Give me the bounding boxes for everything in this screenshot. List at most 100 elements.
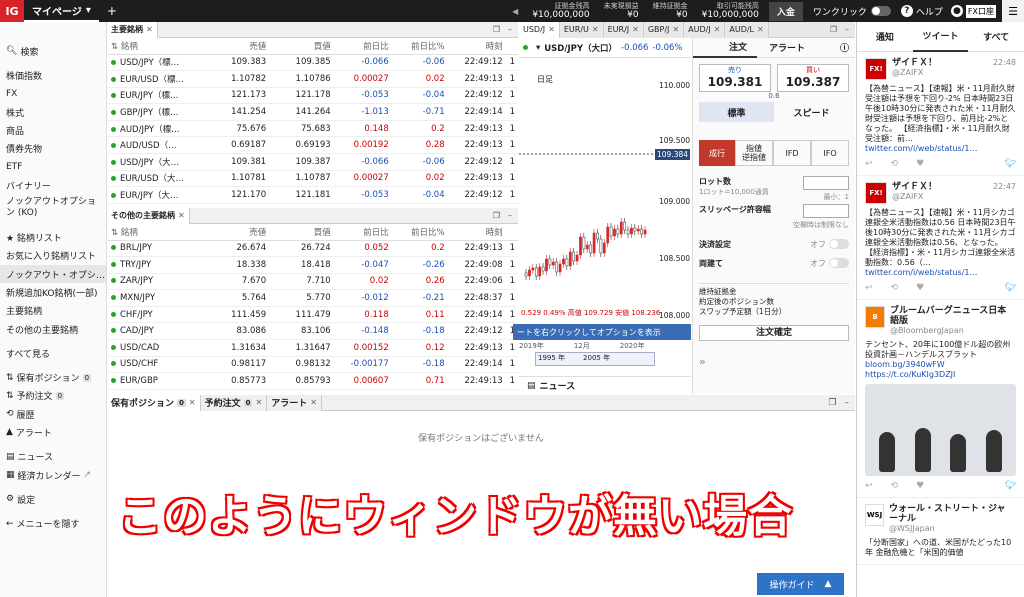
tweet-card[interactable]: B ブルームバーグニュース日本語版 @BloombergJapan テンセント、20年… <box>857 300 1024 498</box>
twitter-icon[interactable]: 🐦︎ <box>1005 481 1016 491</box>
tweet-card[interactable]: FX! ザイＦＸ！ @ZAIFX 22:47 【為替ニュース】【速報】米・11月シカゴ連… <box>857 176 1024 300</box>
chart-navigator[interactable]: 1995 年 2005 年 <box>535 352 655 366</box>
avatar[interactable]: FX! <box>865 58 887 80</box>
search-button[interactable]: 🔍︎ 検索 <box>0 42 106 60</box>
table-row[interactable]: GBP/JPY（標… 141.254 141.264 -1.013 -0.71 22:49… <box>108 103 518 121</box>
sidebar-item-knockout-list[interactable]: ノックアウト・オプシ… <box>0 264 106 284</box>
close-icon[interactable]: ✕ <box>672 25 679 34</box>
slippage-input[interactable] <box>803 204 849 218</box>
sidebar-item-watchlists[interactable]: ★ 銘柄リスト <box>0 228 106 246</box>
sidebar-item-new-ko[interactable]: 新規追加KO銘柄(一部) <box>0 283 106 301</box>
table-row[interactable]: EUR/USD（標… 1.10782 1.10786 0.00027 0.02 22:49… <box>108 70 518 88</box>
table-row[interactable]: TRY/JPY 18.338 18.418 -0.047 -0.26 22:49:08 1 <box>108 256 518 274</box>
sidebar-item-stocks[interactable]: 株式 <box>0 103 106 121</box>
buy-button[interactable]: 買い 109.387 <box>777 64 849 92</box>
settle-toggle[interactable] <box>829 239 849 249</box>
deposit-button[interactable]: 入金 <box>768 1 803 21</box>
lot-input[interactable] <box>803 176 849 190</box>
close-icon[interactable]: ✕ <box>255 398 262 407</box>
table-row[interactable]: AUD/USD（… 0.69187 0.69193 0.00192 0.28 22:49:… <box>108 136 518 155</box>
help-button[interactable]: ? ヘルプ <box>900 5 943 18</box>
sidebar-item-major[interactable]: 主要銘柄 <box>0 302 106 320</box>
hamburger-menu-icon[interactable]: ☰ <box>1002 0 1024 22</box>
sidebar-item-history[interactable]: ⟲ 履歴 <box>0 405 106 423</box>
news-panel-header[interactable]: ▤ ニュース <box>519 376 691 394</box>
tab-all[interactable]: すべて <box>968 30 1024 43</box>
popout-icon[interactable]: ❐ <box>493 25 500 34</box>
col-time[interactable]: 時刻 <box>447 225 506 241</box>
chart-tab[interactable]: EUR/J ✕ <box>603 21 644 38</box>
minimize-icon[interactable]: – <box>508 25 512 34</box>
tab-alerts[interactable]: アラート ✕ <box>267 394 322 411</box>
sidebar-item-index[interactable]: 株価指数 <box>0 66 106 84</box>
add-tab-button[interactable]: + <box>99 4 125 18</box>
table-row[interactable]: BRL/JPY 26.674 26.724 0.052 0.2 22:49:13 1 <box>108 240 518 258</box>
popout-icon[interactable]: ❐ <box>828 398 836 408</box>
table-row[interactable]: AUD/JPY（標… 75.676 75.683 0.148 0.2 22:49:13 1 <box>108 120 518 138</box>
mode-speed[interactable]: スピード <box>774 102 849 122</box>
chart-tab[interactable]: EUR/U ✕ <box>559 21 604 38</box>
like-icon[interactable]: ♥ <box>916 481 924 491</box>
table-row[interactable]: USD/JPY（標… 109.383 109.385 -0.066 -0.06 22:49… <box>108 54 518 72</box>
triangle-icon[interactable]: ◀ <box>512 7 518 16</box>
close-icon[interactable]: ✕ <box>632 25 639 34</box>
close-icon[interactable]: ✕ <box>310 398 317 407</box>
close-icon[interactable]: ✕ <box>189 398 196 407</box>
table-row[interactable]: EUR/JPY（大… 121.170 121.181 -0.053 -0.04 22:49… <box>108 186 518 204</box>
tweet-card[interactable]: FX! ザイＦＸ！ @ZAIFX 22:48 【為替ニュース】【速報】米・11月耐久財受… <box>857 52 1024 176</box>
chart-tab[interactable]: GBP/J ✕ <box>643 21 685 38</box>
col-symbol[interactable]: ⇅ 銘柄 <box>108 39 212 55</box>
avatar[interactable]: FX! <box>865 182 887 204</box>
close-icon[interactable]: ✕ <box>146 25 153 34</box>
tab-other-major[interactable]: その他の主要銘柄 ✕ <box>107 207 190 224</box>
tab-major[interactable]: 主要銘柄 ✕ <box>107 21 158 38</box>
minimize-icon[interactable]: – <box>845 25 849 34</box>
popout-icon[interactable]: ❐ <box>493 211 500 220</box>
table-row[interactable]: ZAR/JPY 7.670 7.710 0.02 0.26 22:49:06 1 <box>108 273 518 291</box>
expand-icon[interactable]: » <box>699 355 849 368</box>
retweet-icon[interactable]: ⟲ <box>891 159 899 169</box>
col-symbol[interactable]: ⇅ 銘柄 <box>108 225 212 241</box>
table-row[interactable]: EUR/JPY（標… 121.173 121.178 -0.053 -0.04 22:49… <box>108 87 518 105</box>
tab-notifications[interactable]: 通知 <box>857 30 913 43</box>
tab-positions[interactable]: 保有ポジション 0 ✕ <box>107 394 201 411</box>
twitter-icon[interactable]: 🐦︎ <box>1005 159 1016 169</box>
retweet-icon[interactable]: ⟲ <box>891 283 899 293</box>
see-all-link[interactable]: すべて見る <box>0 344 106 362</box>
col-ask[interactable]: 買値 <box>269 225 334 241</box>
sidebar-item-favorites[interactable]: お気に入り銘柄リスト <box>0 247 106 265</box>
price-chart[interactable]: 日足 110.000 109.500 109.384 109.000 108.5… <box>513 58 691 376</box>
sidebar-item-calendar[interactable]: ▦ 経済カレンダー ↗ <box>0 466 106 484</box>
tab-tweets[interactable]: ツイート <box>912 21 969 52</box>
sidebar-item-commodities[interactable]: 商品 <box>0 121 106 139</box>
account-menu[interactable]: ● FX口座 <box>950 4 996 18</box>
sidebar-item-etf[interactable]: ETF <box>0 158 106 176</box>
close-icon[interactable]: ✕ <box>714 25 721 34</box>
tab-alert[interactable]: アラート <box>757 41 817 54</box>
tweet-author[interactable]: ブルームバーグニュース日本語版 <box>890 306 1011 326</box>
mode-standard[interactable]: 標準 <box>699 102 774 122</box>
col-time[interactable]: 時刻 <box>447 39 506 55</box>
tab-mypage[interactable]: マイページ ▾ <box>24 0 99 22</box>
sidebar-item-binary[interactable]: バイナリー <box>0 176 106 194</box>
reply-icon[interactable]: ↩ <box>865 283 873 293</box>
sidebar-item-bonds[interactable]: 債券先物 <box>0 139 106 157</box>
table-row[interactable]: MXN/JPY 5.764 5.770 -0.012 -0.21 22:48:37 1 <box>108 289 518 307</box>
close-icon[interactable]: ✕ <box>592 25 599 34</box>
col-bid[interactable]: 売値 <box>211 225 270 241</box>
chart-tab[interactable]: AUD/L ✕ <box>725 21 769 38</box>
sidebar-item-other-major[interactable]: その他の主要銘柄 <box>0 320 106 338</box>
hide-menu-button[interactable]: ← メニューを隠す <box>0 515 106 533</box>
tab-order[interactable]: 注文 <box>693 38 758 58</box>
minimize-icon[interactable]: – <box>508 211 512 220</box>
chart-tab[interactable]: AUD/J ✕ <box>684 21 726 38</box>
chart-tab[interactable]: USD/J ✕ <box>519 21 560 38</box>
tweet-author[interactable]: ザイＦＸ！ <box>892 58 937 68</box>
like-icon[interactable]: ♥ <box>916 283 924 293</box>
avatar[interactable]: B <box>865 306 886 328</box>
col-change-pct[interactable]: 前日比% <box>391 225 448 241</box>
guide-button[interactable]: 操作ガイド ▲ <box>757 573 844 595</box>
close-icon[interactable]: ✕ <box>757 25 764 34</box>
confirm-order-button[interactable]: 注文確定 <box>699 325 849 341</box>
table-row[interactable]: CAD/JPY83.08683.106-0.148-0.1822:49:121 <box>108 322 518 341</box>
